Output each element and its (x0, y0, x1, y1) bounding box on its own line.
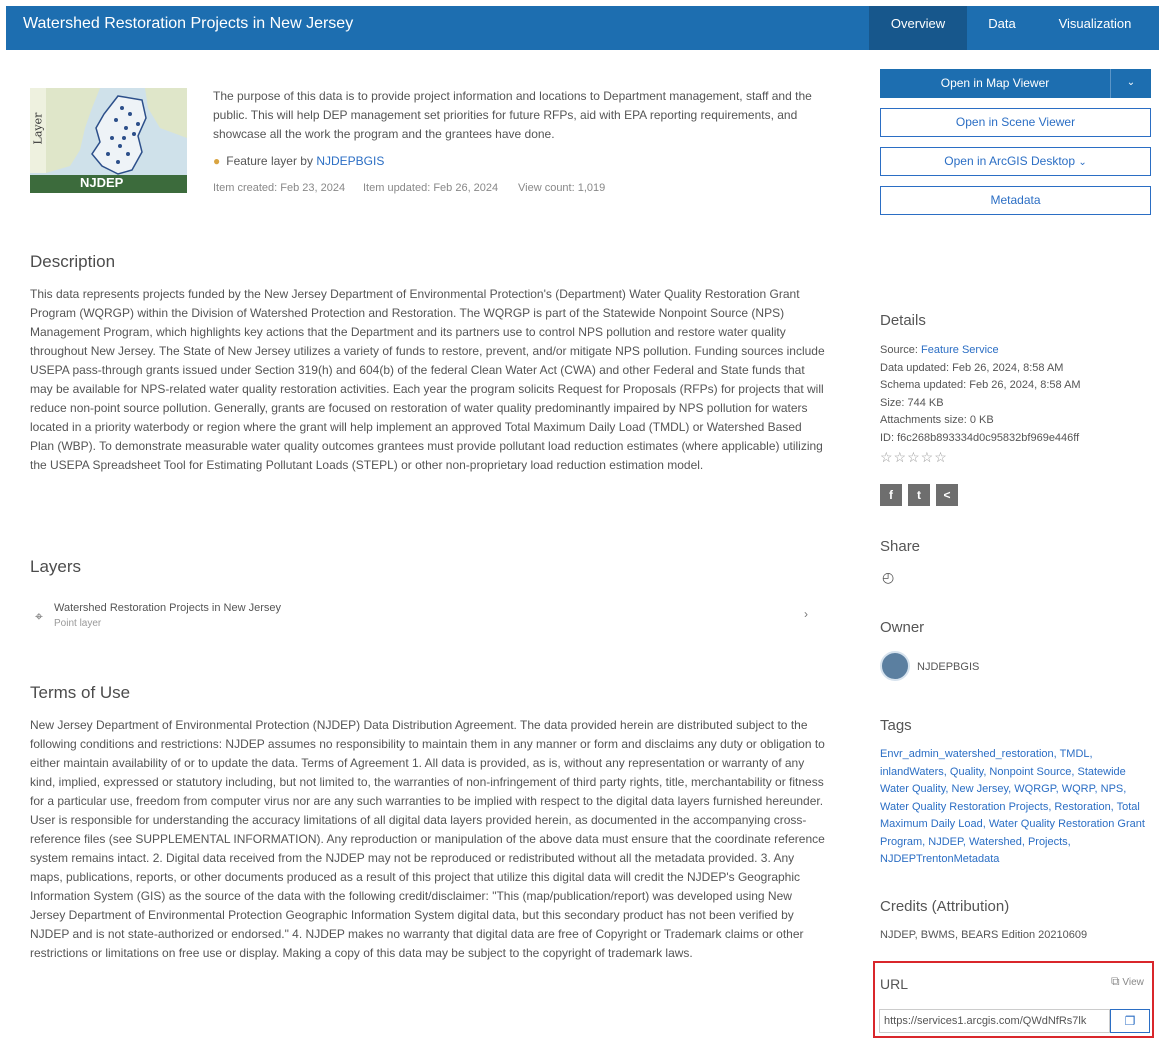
point-layer-icon: ⌖ (35, 608, 43, 624)
page-title: Watershed Restoration Projects in New Je… (23, 15, 354, 32)
layer-ribbon: Layer (30, 88, 46, 173)
layer-row[interactable]: ⌖ Watershed Restoration Projects in New … (30, 599, 820, 635)
chevron-right-icon[interactable]: › (804, 607, 808, 621)
item-type-line: ● Feature layer by NJDEPBGIS (213, 154, 384, 168)
layer-type: Point layer (54, 618, 102, 629)
credits-heading: Credits (Attribution) (880, 898, 1010, 915)
copy-button[interactable]: ❐ (1110, 1009, 1150, 1033)
terms-text: New Jersey Department of Environmental P… (30, 718, 825, 960)
njdep-logo-band: NJDEP (30, 175, 187, 193)
public-globe-icon: ◴ (882, 569, 895, 585)
twitter-icon[interactable]: t (908, 484, 930, 506)
layers-heading: Layers (30, 557, 82, 576)
details-list: Source: Feature Service Data updated: Fe… (880, 342, 1081, 447)
copy-icon: ❐ (1124, 1014, 1136, 1028)
layer-name: Watershed Restoration Projects in New Je… (54, 602, 282, 614)
open-in-arcgis-desktop-button[interactable]: Open in ArcGIS Desktop ⌄ (880, 147, 1151, 176)
item-created: Item created: Feb 23, 2024 (213, 182, 346, 194)
description-text: This data represents projects funded by … (30, 287, 825, 472)
size: Size: 744 KB (880, 396, 944, 409)
item-id: ID: f6c268b893334d0c95832bf969e446ff (880, 431, 1080, 444)
credits-text: NJDEP, BWMS, BEARS Edition 20210609 (880, 929, 1088, 941)
item-type-label: Feature layer by (226, 154, 313, 168)
item-summary: The purpose of this data is to provide p… (213, 89, 812, 141)
owner-name[interactable]: NJDEPBGIS (917, 661, 979, 673)
tags-list[interactable]: Envr_admin_watershed_restoration, TMDL, … (880, 746, 1155, 869)
url-label: URL (880, 976, 909, 992)
chevron-down-icon[interactable]: ⌄ (1110, 69, 1151, 98)
tab-visualization[interactable]: Visualization (1044, 6, 1146, 50)
tab-overview[interactable]: Overview (869, 6, 967, 50)
share-icon[interactable]: < (936, 484, 958, 506)
njdep-logo: NJDEP (80, 175, 124, 190)
url-view-link[interactable]: ⧉ View (1111, 974, 1144, 989)
tab-data[interactable]: Data (967, 6, 1037, 50)
details-heading: Details (880, 312, 926, 329)
source-label: Source: (880, 344, 918, 356)
avatar[interactable] (880, 651, 910, 681)
item-updated: Item updated: Feb 26, 2024 (363, 182, 499, 194)
attachments-size: Attachments size: 0 KB (880, 414, 994, 426)
item-thumbnail: Layer NJDEP (30, 88, 187, 193)
schema-updated: Schema updated: Feb 26, 2024, 8:58 AM (880, 379, 1081, 391)
share-heading: Share (880, 538, 921, 555)
url-field[interactable]: https://services1.arcgis.com/QWdNfRs7lk (879, 1009, 1110, 1033)
tags-heading: Tags (880, 717, 912, 734)
top-bar: Watershed Restoration Projects in New Je… (6, 6, 1159, 50)
owner-link[interactable]: NJDEPBGIS (316, 154, 384, 168)
rating-stars[interactable]: ☆☆☆☆☆ (880, 449, 948, 466)
open-in-map-viewer-button[interactable]: Open in Map Viewer ⌄ (880, 69, 1151, 98)
data-updated: Data updated: Feb 26, 2024, 8:58 AM (880, 361, 1064, 374)
metadata-button[interactable]: Metadata (880, 186, 1151, 215)
view-count: View count: 1,019 (518, 182, 606, 194)
external-link-icon: ⧉ (1111, 974, 1120, 988)
chevron-down-icon: ⌄ (1078, 157, 1087, 168)
feature-layer-icon: ● (213, 154, 221, 168)
open-in-scene-viewer-button[interactable]: Open in Scene Viewer (880, 108, 1151, 137)
source-link[interactable]: Feature Service (921, 344, 999, 356)
facebook-icon[interactable]: f (880, 484, 902, 506)
description-heading: Description (30, 252, 116, 271)
terms-heading: Terms of Use (30, 683, 131, 702)
owner-heading: Owner (880, 619, 925, 636)
